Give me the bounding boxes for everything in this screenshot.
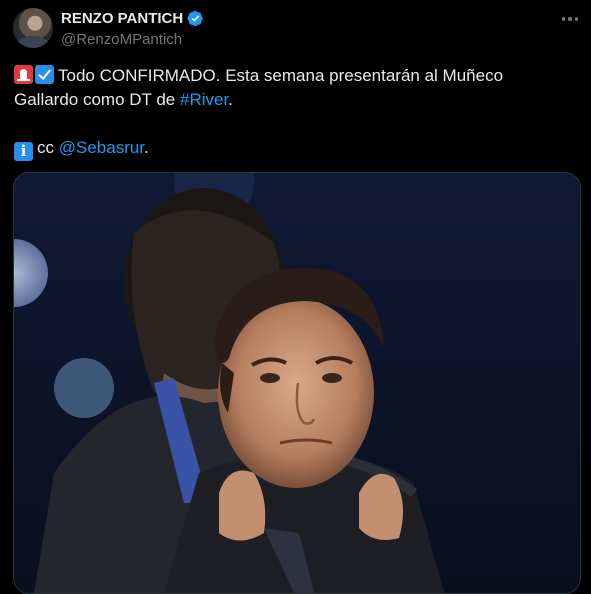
more-dot xyxy=(574,17,579,21)
tweet-photo[interactable] xyxy=(13,172,581,594)
police-siren-emoji xyxy=(14,65,33,84)
avatar-shoulders xyxy=(17,36,49,48)
photo-illustration xyxy=(14,173,580,593)
tweet-line-3-prefix: cc xyxy=(37,138,59,157)
information-emoji: i xyxy=(14,142,33,161)
avatar[interactable] xyxy=(13,8,53,48)
more-options-icon[interactable] xyxy=(556,8,584,30)
more-dot xyxy=(568,17,572,21)
tweet-line-2-end: . xyxy=(228,90,233,109)
hashtag-link[interactable]: #River xyxy=(180,90,228,109)
author-handle[interactable]: @RenzoMPantich xyxy=(61,31,182,48)
tweet-text: Todo CONFIRMADO. Esta semana presentarán… xyxy=(14,64,574,161)
check-box-emoji xyxy=(35,65,54,84)
tweet-line-3-end: . xyxy=(144,138,149,157)
tweet-line-1-text: Todo CONFIRMADO. Esta semana presentarán… xyxy=(58,66,504,85)
tweet-line-2-text: Gallardo como DT de xyxy=(14,90,180,109)
mention-link[interactable]: @Sebasrur xyxy=(59,138,144,157)
author-display-name[interactable]: RENZO PANTICH xyxy=(61,10,183,27)
tweet-line-3: i cc @Sebasrur. xyxy=(14,136,574,161)
verified-badge-icon xyxy=(187,10,203,27)
author-name-row: RENZO PANTICH xyxy=(61,10,204,27)
more-dot xyxy=(561,17,566,21)
tweet-line-2: Gallardo como DT de #River. xyxy=(14,88,574,112)
tweet-line-1: Todo CONFIRMADO. Esta semana presentarán… xyxy=(14,64,574,88)
tweet: RENZO PANTICH @RenzoMPantich Todo CONFIR… xyxy=(0,0,591,594)
